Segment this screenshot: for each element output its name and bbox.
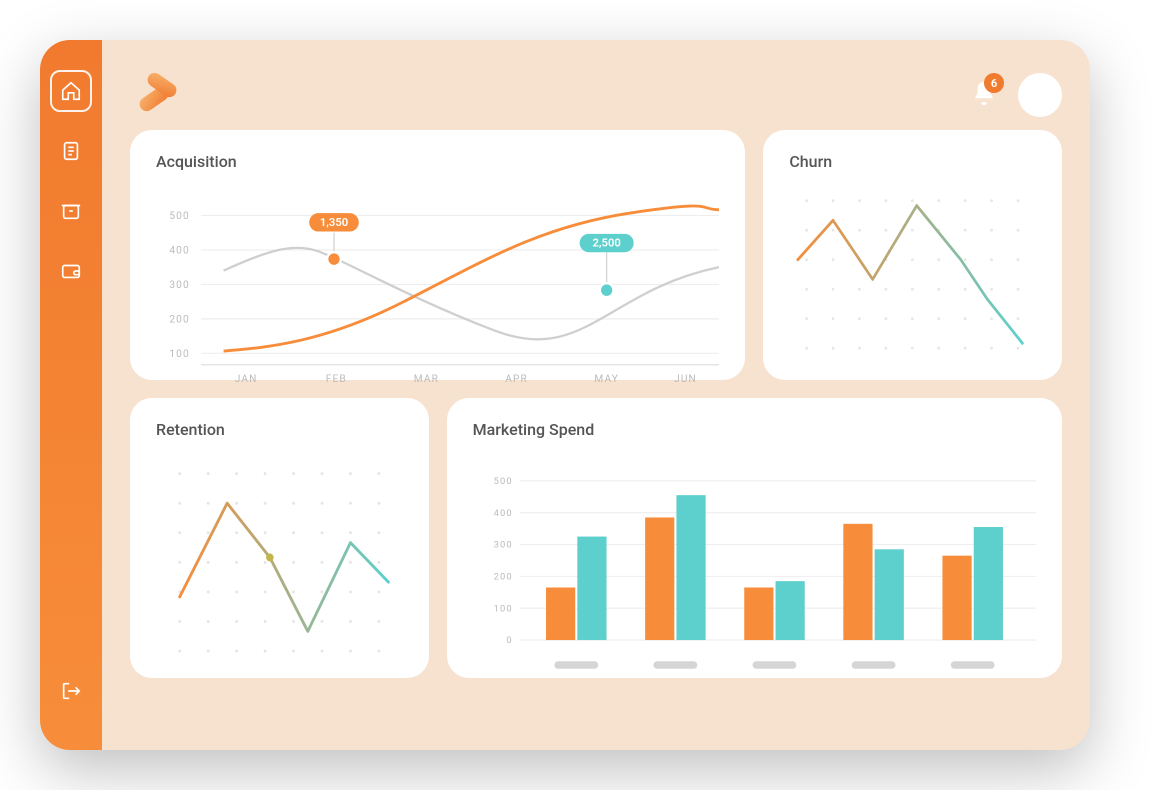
retention-chart bbox=[156, 449, 403, 656]
archive-icon bbox=[60, 200, 82, 222]
svg-text:300: 300 bbox=[493, 540, 512, 551]
main-area: 6 Acquisition 100 200 300 400 500 bbox=[102, 40, 1090, 750]
churn-chart bbox=[789, 181, 1036, 358]
notifications-button[interactable]: 6 bbox=[970, 79, 998, 111]
svg-text:0: 0 bbox=[506, 635, 512, 646]
svg-text:FEB: FEB bbox=[326, 372, 347, 385]
svg-text:400: 400 bbox=[493, 508, 512, 519]
sidebar-item-archive[interactable] bbox=[50, 190, 92, 232]
card-title: Retention bbox=[156, 420, 403, 439]
logout-icon bbox=[60, 680, 82, 702]
sidebar-item-document[interactable] bbox=[50, 130, 92, 172]
sidebar-item-home[interactable] bbox=[50, 70, 92, 112]
card-retention: Retention bbox=[130, 398, 429, 678]
card-acquisition: Acquisition 100 200 300 400 500 bbox=[130, 130, 745, 380]
svg-text:JUN: JUN bbox=[674, 372, 697, 385]
svg-text:MAR: MAR bbox=[414, 372, 439, 385]
svg-text:APR: APR bbox=[505, 372, 528, 385]
marketing-chart: 0 100 200 300 400 500 bbox=[473, 449, 1036, 683]
dashboard-grid: Acquisition 100 200 300 400 500 bbox=[130, 130, 1062, 730]
wallet-icon bbox=[60, 260, 82, 282]
svg-text:500: 500 bbox=[169, 209, 189, 222]
acquisition-chart: 100 200 300 400 500 bbox=[156, 181, 719, 388]
sidebar bbox=[40, 40, 102, 750]
home-icon bbox=[60, 80, 82, 102]
svg-text:2,500: 2,500 bbox=[592, 235, 620, 249]
svg-text:100: 100 bbox=[169, 347, 189, 360]
svg-text:200: 200 bbox=[169, 312, 189, 325]
svg-text:JAN: JAN bbox=[235, 372, 258, 385]
notification-badge: 6 bbox=[984, 73, 1004, 93]
card-marketing: Marketing Spend 0 100 200 300 400 500 bbox=[447, 398, 1062, 678]
card-churn: Churn bbox=[763, 130, 1062, 380]
card-title: Marketing Spend bbox=[473, 420, 1036, 439]
card-title: Churn bbox=[789, 152, 1036, 171]
svg-text:1,350: 1,350 bbox=[320, 215, 348, 229]
svg-text:400: 400 bbox=[169, 243, 189, 256]
sidebar-item-logout[interactable] bbox=[50, 670, 92, 712]
app-logo bbox=[130, 70, 190, 120]
svg-text:100: 100 bbox=[493, 603, 512, 614]
app-window: 6 Acquisition 100 200 300 400 500 bbox=[40, 40, 1090, 750]
document-icon bbox=[60, 140, 82, 162]
avatar[interactable] bbox=[1018, 73, 1062, 117]
svg-text:200: 200 bbox=[493, 571, 512, 582]
svg-text:500: 500 bbox=[493, 476, 512, 487]
sidebar-item-wallet[interactable] bbox=[50, 250, 92, 292]
topbar: 6 bbox=[130, 60, 1062, 130]
svg-text:300: 300 bbox=[169, 278, 189, 291]
card-title: Acquisition bbox=[156, 152, 719, 171]
svg-text:MAY: MAY bbox=[594, 372, 619, 385]
